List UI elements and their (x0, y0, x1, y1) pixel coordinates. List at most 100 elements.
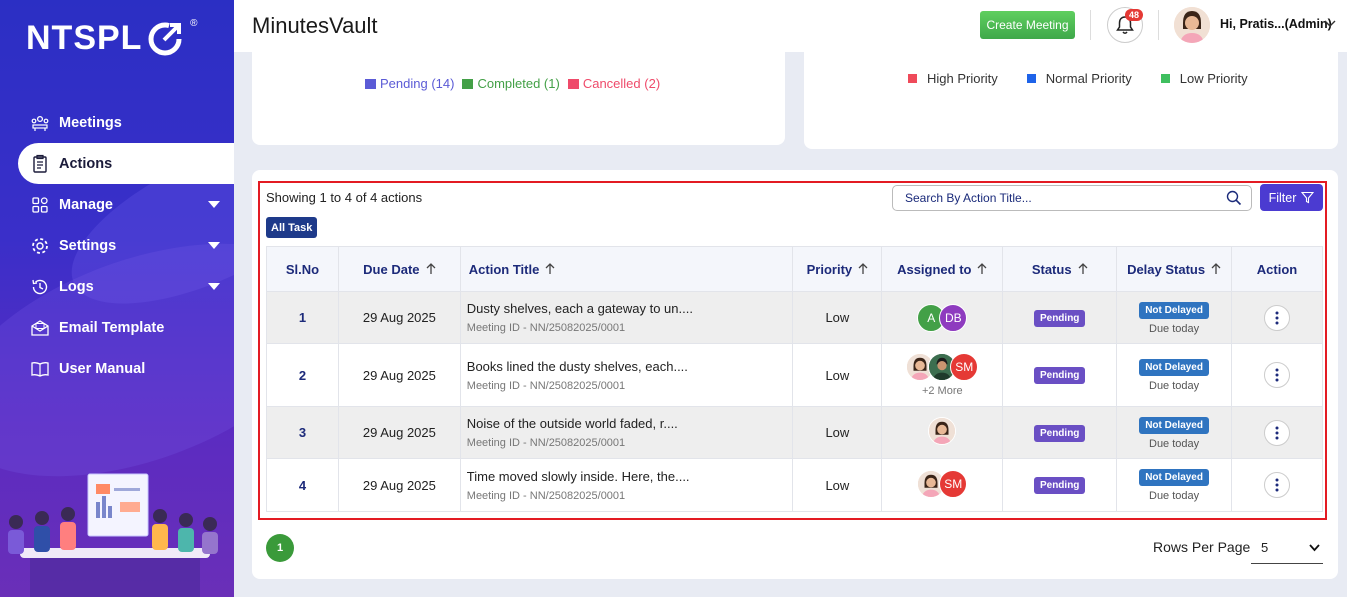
column-header-label: Status (1031, 261, 1072, 277)
sort-arrow-up-icon[interactable] (545, 262, 555, 275)
sort-arrow-up-icon[interactable] (1078, 262, 1088, 275)
assignee-avatar[interactable]: SM (939, 469, 968, 498)
assignee-avatar[interactable]: DB (939, 303, 968, 332)
sort-arrow-up-icon[interactable] (977, 262, 987, 275)
assignee-avatar[interactable] (928, 417, 957, 445)
more-vertical-icon (1275, 311, 1279, 324)
filter-button[interactable]: Filter (1260, 184, 1323, 211)
delay-status-cell: Not Delayed Due today (1116, 458, 1233, 512)
row-actions-button[interactable] (1264, 362, 1291, 388)
user-avatar[interactable] (1174, 7, 1210, 43)
sidebar-item-email-template[interactable]: Email Template (0, 307, 234, 348)
assigned-to-cell: SM (881, 458, 1004, 512)
sidebar-item-label: User Manual (59, 360, 146, 377)
action-title-cell[interactable]: Noise of the outside world faded, r.... M… (459, 406, 794, 459)
action-title[interactable]: Dusty shelves, each a gateway to un.... (467, 301, 793, 316)
legend-item[interactable]: Cancelled (2) (567, 76, 661, 91)
search-icon[interactable] (1226, 190, 1242, 206)
column-header-due-date[interactable]: Due Date (337, 246, 461, 292)
column-header-assigned-to[interactable]: Assigned to (881, 246, 1004, 292)
sidebar-item-meetings[interactable]: Meetings (0, 102, 234, 143)
rows-per-page-label: Rows Per Page (1153, 539, 1251, 555)
legend-item[interactable]: High Priority (908, 71, 998, 86)
divider (1158, 10, 1159, 40)
user-greeting[interactable]: Hi, Pratis...(Admin) (1220, 17, 1332, 31)
manage-icon (30, 195, 50, 215)
action-title[interactable]: Books lined the dusty shelves, each.... (467, 359, 793, 374)
column-header-status[interactable]: Status (1002, 246, 1118, 292)
column-header-priority[interactable]: Priority (792, 246, 883, 292)
caret-down-icon[interactable] (208, 201, 220, 208)
table-row[interactable]: 2 29 Aug 2025 Books lined the dusty shelve… (266, 343, 1323, 407)
column-header-sl-no: Sl.No (266, 246, 339, 292)
row-actions-button[interactable] (1264, 304, 1291, 331)
delay-badge: Not Delayed (1139, 416, 1209, 434)
rows-per-page-select[interactable]: 5 (1251, 531, 1323, 564)
due-date: 29 Aug 2025 (337, 406, 461, 459)
sidebar-item-settings[interactable]: Settings (0, 225, 234, 266)
assignee-avatars: A DB (917, 303, 968, 332)
page-1-button[interactable]: 1 (266, 534, 294, 562)
top-bar: MinutesVault Create Meeting 48 Hi, Prati… (234, 0, 1347, 52)
action-title[interactable]: Noise of the outside world faded, r.... (467, 416, 793, 431)
status-badge: Pending (1033, 424, 1086, 442)
search-input[interactable] (893, 186, 1213, 210)
more-assignees[interactable]: +2 More (882, 385, 1002, 397)
action-title-cell[interactable]: Dusty shelves, each a gateway to un.... M… (459, 291, 794, 344)
column-header-action-title[interactable]: Action Title (459, 246, 794, 292)
table-header-row: Sl.No Due Date Action Title Priority Assigne… (266, 246, 1323, 292)
priority-legend: High Priority Normal Priority Low Priority (908, 71, 1277, 86)
priority: Low (792, 343, 883, 407)
legend-item[interactable]: Low Priority (1160, 71, 1248, 86)
sort-arrow-up-icon[interactable] (426, 262, 436, 275)
column-header-delay-status[interactable]: Delay Status (1116, 246, 1233, 292)
row-actions-button[interactable] (1264, 419, 1291, 446)
serial-number: 3 (266, 406, 339, 459)
status-cell: Pending (1002, 343, 1118, 407)
due-note: Due today (1149, 380, 1200, 392)
sort-arrow-up-icon[interactable] (858, 262, 868, 275)
due-note: Due today (1149, 437, 1200, 450)
legend-item[interactable]: Pending (14) (365, 76, 454, 91)
table-row[interactable]: 4 29 Aug 2025 Time moved slowly inside. He… (266, 458, 1323, 512)
status-cell: Pending (1002, 291, 1118, 344)
actions-table: Sl.No Due Date Action Title Priority Assigne… (266, 246, 1323, 512)
assignee-initials: SM (944, 476, 963, 491)
all-task-tab[interactable]: All Task (266, 217, 318, 238)
legend-label: Pending (14) (380, 76, 455, 91)
due-note: Due today (1149, 322, 1200, 335)
action-title-cell[interactable]: Books lined the dusty shelves, each.... M… (459, 343, 794, 407)
legend-label: Completed (1) (477, 76, 560, 91)
legend-label: Cancelled (2) (582, 76, 661, 91)
notification-badge: 48 (1125, 9, 1144, 21)
caret-down-icon[interactable] (208, 283, 220, 290)
table-row[interactable]: 3 29 Aug 2025 Noise of the outside world f… (266, 406, 1323, 459)
legend-swatch (365, 78, 376, 89)
due-note: Due today (1149, 490, 1200, 502)
legend-item[interactable]: Normal Priority (1026, 71, 1132, 86)
row-actions-button[interactable] (1264, 472, 1291, 498)
assignee-avatar[interactable]: SM (950, 353, 979, 381)
due-date: 29 Aug 2025 (337, 343, 461, 407)
page-title: MinutesVault (252, 13, 378, 38)
column-header-label: Action Title (468, 261, 540, 277)
sidebar-item-label: Logs (59, 278, 94, 295)
sidebar-item-actions[interactable]: Actions (18, 143, 234, 184)
chevron-down-icon[interactable] (1324, 17, 1336, 29)
sort-arrow-up-icon[interactable] (1211, 262, 1221, 275)
search-box (892, 185, 1252, 211)
caret-down-icon[interactable] (208, 242, 220, 249)
delay-status-cell: Not Delayed Due today (1116, 406, 1233, 459)
sidebar-item-logs[interactable]: Logs (0, 266, 234, 307)
brand-logo: NTSPL ® (26, 18, 197, 58)
sidebar-item-user-manual[interactable]: User Manual (0, 348, 234, 389)
action-title-cell[interactable]: Time moved slowly inside. Here, the.... M… (459, 458, 794, 512)
action-cell (1231, 343, 1323, 407)
sidebar-item-label: Actions (59, 155, 113, 172)
action-title[interactable]: Time moved slowly inside. Here, the.... (467, 469, 793, 484)
create-meeting-button[interactable]: Create Meeting (980, 11, 1075, 39)
more-vertical-icon (1275, 426, 1279, 439)
table-row[interactable]: 1 29 Aug 2025 Dusty shelves, each a gatewa… (266, 291, 1323, 344)
legend-item[interactable]: Completed (1) (462, 76, 560, 91)
sidebar-item-manage[interactable]: Manage (0, 184, 234, 225)
